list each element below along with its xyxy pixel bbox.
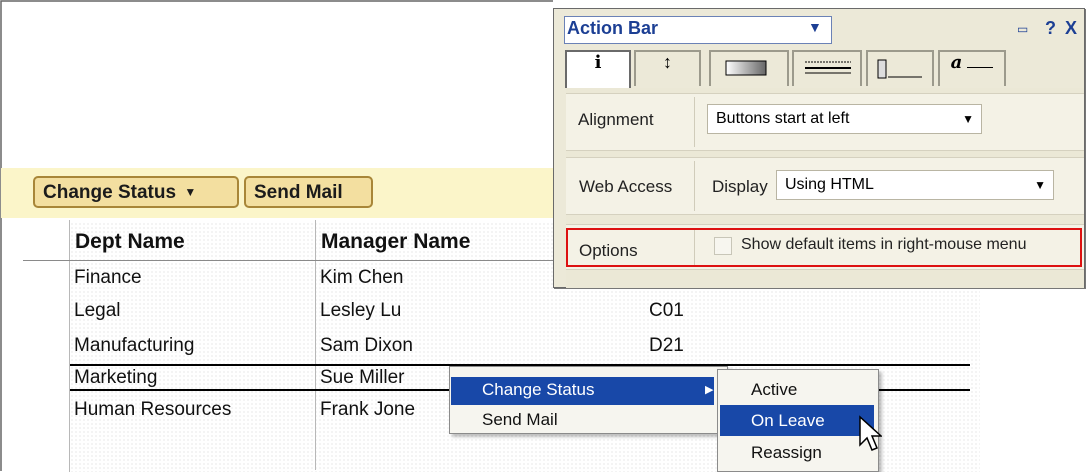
border-lines-icon: [805, 61, 851, 74]
dept-cell: Legal: [74, 300, 121, 321]
tab-border[interactable]: [792, 50, 862, 86]
manager-cell: Sue Miller: [320, 367, 405, 388]
code-cell: D21: [649, 335, 684, 356]
tab-info[interactable]: i: [565, 50, 631, 88]
info-icon: i: [594, 52, 602, 73]
minimize-icon[interactable]: ▭: [1017, 22, 1028, 36]
tab-background[interactable]: [709, 50, 789, 86]
dept-cell: Finance: [74, 267, 142, 288]
display-label: Display: [712, 177, 768, 196]
dept-cell: Manufacturing: [74, 335, 195, 356]
alignment-value: Buttons start at left: [716, 110, 850, 127]
code-cell: C01: [649, 300, 684, 321]
chevron-down-icon: ▼: [962, 112, 974, 126]
column-header-manager[interactable]: Manager Name: [321, 230, 470, 254]
display-value: Using HTML: [785, 176, 874, 193]
manager-cell: Lesley Lu: [320, 300, 402, 321]
button-style-icon: [877, 59, 922, 79]
close-icon[interactable]: X: [1065, 18, 1077, 39]
submenu-item-active[interactable]: Active: [751, 380, 797, 400]
submenu-item-reassign[interactable]: Reassign: [751, 443, 822, 463]
show-default-items-checkbox[interactable]: [714, 237, 732, 255]
column-header-dept[interactable]: Dept Name: [75, 230, 185, 254]
panel-title: Action Bar: [567, 18, 659, 38]
display-dropdown[interactable]: Using HTML ▼: [776, 170, 1054, 200]
tab-button[interactable]: [866, 50, 934, 86]
grid-line: [69, 220, 70, 472]
chevron-down-icon: ▼: [808, 19, 822, 35]
submenu-item-on-leave[interactable]: On Leave: [751, 411, 825, 431]
gradient-icon: [725, 60, 767, 76]
alignment-dropdown[interactable]: Buttons start at left ▼: [707, 104, 982, 134]
tab-spacing[interactable]: ↕: [634, 50, 701, 86]
options-label: Options: [579, 241, 638, 260]
alignment-label: Alignment: [578, 110, 654, 129]
send-mail-label: Send Mail: [254, 182, 343, 203]
show-default-items-label: Show default items in right-mouse menu: [741, 236, 1027, 253]
manager-cell: Sam Dixon: [320, 335, 413, 356]
web-access-label: Web Access: [579, 177, 673, 196]
send-mail-button[interactable]: Send Mail: [244, 176, 373, 208]
screenshot-frame: Change Status ▼ Send Mail Dept Name Mana…: [0, 0, 1087, 472]
change-status-button[interactable]: Change Status ▼: [33, 176, 239, 208]
chevron-down-icon: ▼: [184, 185, 197, 199]
chevron-right-icon: ▶: [705, 384, 714, 396]
change-status-label: Change Status: [43, 182, 177, 203]
vertical-arrows-icon: ↕: [663, 52, 672, 72]
dept-cell: Human Resources: [74, 399, 232, 420]
tab-font[interactable]: a: [938, 50, 1006, 86]
context-item-change-status[interactable]: Change Status: [482, 380, 594, 400]
grid-line: [315, 220, 316, 470]
mouse-cursor-icon: [859, 415, 882, 451]
help-icon[interactable]: ?: [1045, 18, 1056, 39]
font-icon: a: [950, 52, 963, 73]
chevron-down-icon: ▼: [1034, 178, 1046, 192]
context-item-send-mail[interactable]: Send Mail: [482, 410, 558, 430]
manager-cell: Frank Jone: [320, 399, 416, 420]
manager-cell: Kim Chen: [320, 267, 404, 288]
dept-cell: Marketing: [74, 367, 158, 388]
